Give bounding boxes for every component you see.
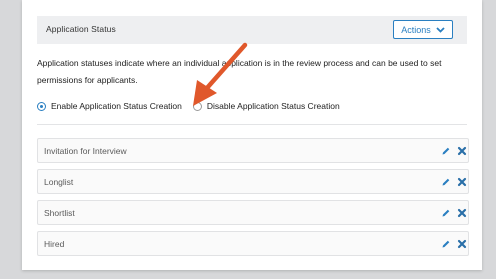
section-header: Application Status Actions: [37, 16, 467, 44]
disable-status-creation-radio[interactable]: Disable Application Status Creation: [192, 101, 340, 111]
pencil-icon[interactable]: [441, 239, 451, 249]
close-icon[interactable]: [457, 146, 467, 156]
actions-label: Actions: [401, 24, 431, 35]
pencil-icon[interactable]: [441, 146, 451, 156]
close-icon[interactable]: [457, 239, 467, 249]
status-row-hired: Hired: [37, 231, 469, 256]
divider: [37, 124, 467, 125]
status-row-longlist: Longlist: [37, 169, 469, 194]
description-text: Application statuses indicate where an i…: [37, 58, 442, 85]
disable-status-creation-label: Disable Application Status Creation: [206, 101, 340, 111]
status-row-invitation-for-interview: Invitation for Interview: [37, 138, 469, 163]
pencil-icon[interactable]: [441, 208, 451, 218]
close-icon[interactable]: [457, 208, 467, 218]
status-label: Hired: [44, 239, 65, 249]
status-creation-radio-group: Enable Application Status Creation Disab…: [37, 100, 340, 112]
status-label: Invitation for Interview: [44, 146, 127, 156]
close-icon[interactable]: [457, 177, 467, 187]
status-label: Longlist: [44, 177, 74, 187]
section-title: Application Status: [46, 24, 116, 34]
application-status-card: Application Status Actions Application s…: [22, 0, 482, 270]
actions-button[interactable]: Actions: [393, 20, 453, 39]
enable-status-creation-radio[interactable]: Enable Application Status Creation: [37, 101, 182, 111]
enable-status-creation-label: Enable Application Status Creation: [51, 101, 182, 111]
radio-checked-indicator: [37, 101, 46, 111]
chevron-down-icon: [436, 26, 445, 33]
status-row-shortlist: Shortlist: [37, 200, 469, 225]
radio-unchecked-indicator: [192, 101, 202, 111]
status-label: Shortlist: [44, 208, 75, 218]
pencil-icon[interactable]: [441, 177, 451, 187]
